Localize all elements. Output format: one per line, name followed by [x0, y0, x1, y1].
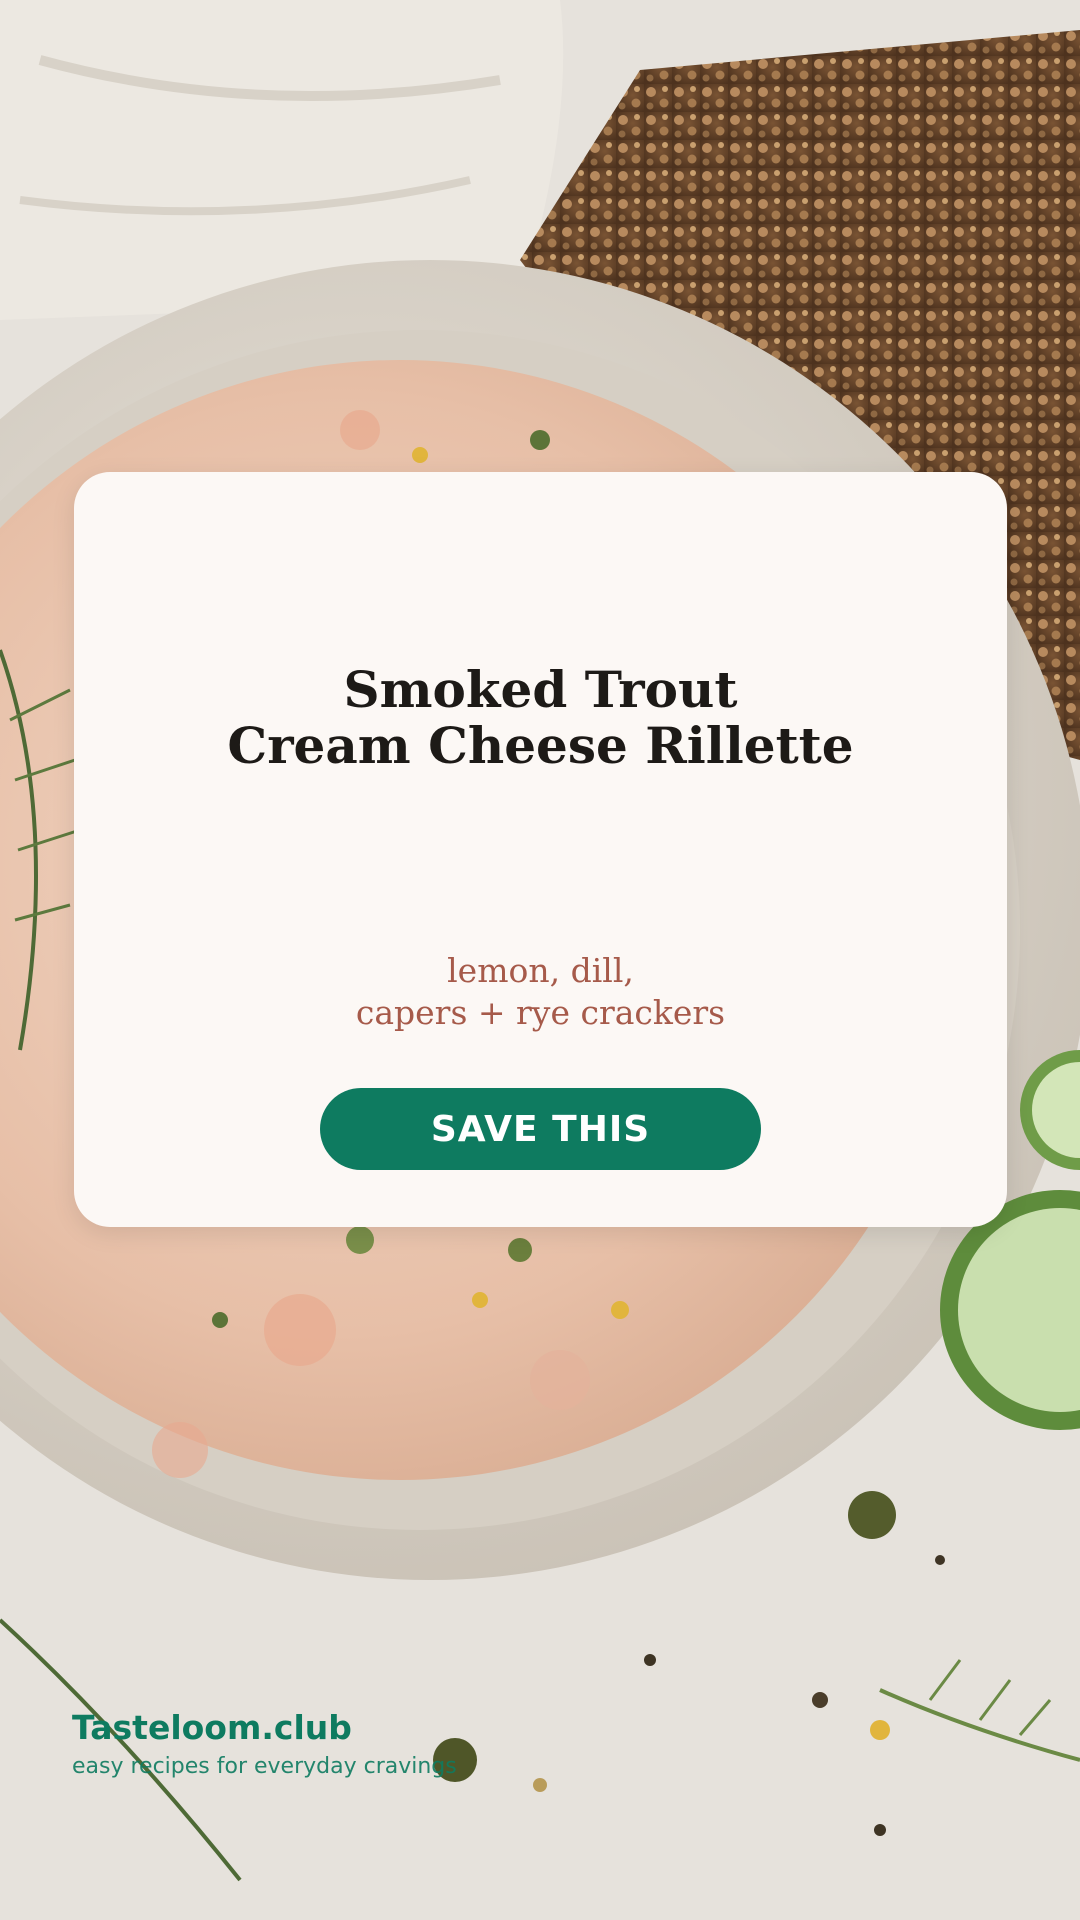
recipe-subtitle-line-1: lemon, dill,	[447, 951, 634, 990]
recipe-title-line-2: Cream Cheese Rillette	[227, 716, 854, 775]
brand-tagline: easy recipes for everyday cravings	[72, 1754, 457, 1779]
brand-name[interactable]: Tasteloom.club	[72, 1708, 457, 1748]
recipe-title-line-1: Smoked Trout	[343, 660, 738, 719]
recipe-subtitle: lemon, dill, capers + rye crackers	[74, 950, 1007, 1034]
recipe-card: Smoked Trout Cream Cheese Rillette lemon…	[74, 472, 1007, 1227]
recipe-subtitle-line-2: capers + rye crackers	[355, 993, 726, 1032]
recipe-title: Smoked Trout Cream Cheese Rillette	[74, 662, 1007, 774]
brand-block: Tasteloom.club easy recipes for everyday…	[72, 1708, 457, 1782]
save-button[interactable]: SAVE THIS	[320, 1088, 761, 1170]
